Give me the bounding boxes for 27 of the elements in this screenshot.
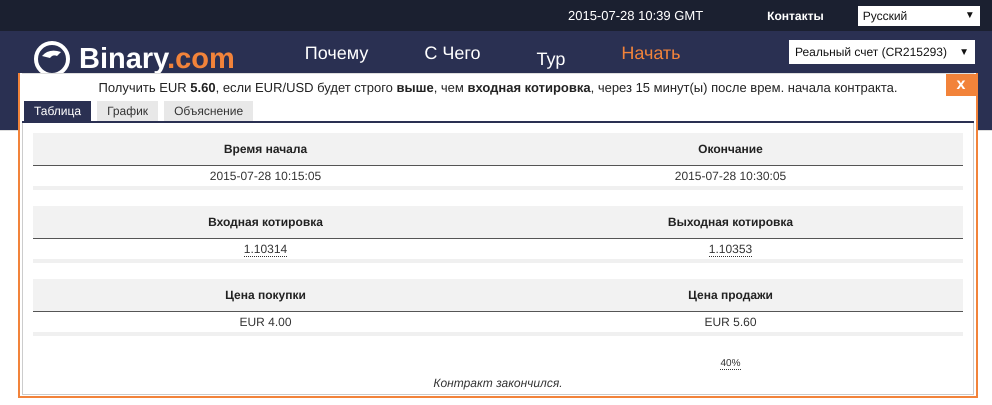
table-cell: EUR 5.60 xyxy=(704,315,757,329)
nav-link[interactable]: Тур xyxy=(536,49,566,70)
profit-percent: 40% xyxy=(720,358,740,370)
logo-text: Binary.com xyxy=(79,42,235,76)
nav-link[interactable]: С Чего xyxy=(424,43,481,70)
table-cell: 2015-07-28 10:30:05 xyxy=(674,169,786,183)
tab[interactable]: Объяснение xyxy=(164,101,254,121)
nav-link[interactable]: Начать xyxy=(621,43,681,70)
language-select[interactable]: Русский ▼ xyxy=(858,6,980,26)
nav-link[interactable]: Почему xyxy=(304,43,368,70)
tab[interactable]: Таблица xyxy=(24,101,92,121)
column-heading: Время начала xyxy=(224,142,308,156)
account-select[interactable]: Реальный счет (CR215293) ▼ xyxy=(789,40,975,64)
table-cell: EUR 4.00 xyxy=(239,315,292,329)
contract-status: Контракт закончился. xyxy=(432,376,564,390)
table-cell: 1.10314 xyxy=(244,242,288,257)
table-cell: 1.10353 xyxy=(708,242,752,257)
column-heading: Окончание xyxy=(698,142,763,156)
tab[interactable]: График xyxy=(97,101,158,121)
column-heading: Выходная котировка xyxy=(668,215,794,229)
column-heading: Цена покупки xyxy=(225,288,306,302)
table-cell: 2015-07-28 10:15:05 xyxy=(210,169,322,183)
contacts-link[interactable]: Контакты xyxy=(767,8,824,22)
column-heading: Входная котировка xyxy=(208,215,323,229)
column-heading: Цена продажи xyxy=(688,288,773,302)
contract-description: Получить EUR 5.60, если EUR/USD будет строго выше, чем входная котировка, через 15 минут(ы) после врем. начала контракта. xyxy=(98,80,898,95)
server-time: 2015-07-28 10:39 GMT xyxy=(568,8,704,23)
